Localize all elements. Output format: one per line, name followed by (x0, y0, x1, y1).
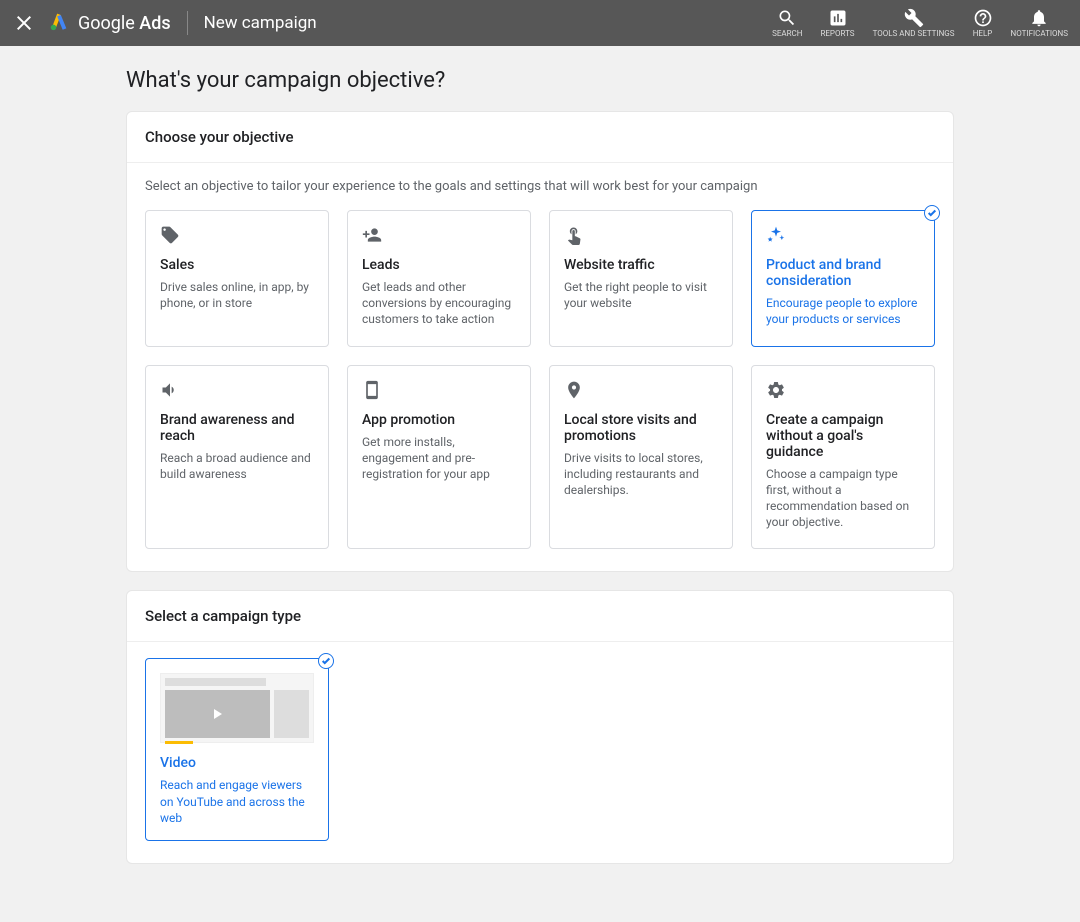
selected-check-icon (318, 653, 334, 669)
objective-card-leads[interactable]: Leads Get leads and other conversions by… (347, 210, 531, 347)
card-desc: Choose a campaign type first, without a … (766, 466, 920, 531)
objective-card-sales[interactable]: Sales Drive sales online, in app, by pho… (145, 210, 329, 347)
top-bar: Google Ads New campaign Search Reports T… (0, 0, 1080, 46)
page-question: What's your campaign objective? (126, 68, 954, 93)
gear-icon (766, 380, 920, 402)
objective-card-awareness[interactable]: Brand awareness and reach Reach a broad … (145, 365, 329, 550)
objective-card-none[interactable]: Create a campaign without a goal's guida… (751, 365, 935, 550)
header-page-title: New campaign (204, 13, 317, 33)
card-desc: Get more installs, engagement and pre-re… (362, 434, 516, 483)
top-nav: Search Reports Tools and Settings Help N… (772, 8, 1068, 39)
main-content: What's your campaign objective? Choose y… (126, 46, 954, 922)
card-title: Website traffic (564, 257, 718, 273)
brand-text: Google Ads (78, 13, 171, 34)
campaign-type-title: Select a campaign type (127, 591, 953, 642)
people-icon (362, 225, 516, 247)
nav-reports[interactable]: Reports (820, 8, 854, 39)
phone-icon (362, 380, 516, 402)
card-title: Sales (160, 257, 314, 273)
card-title: App promotion (362, 412, 516, 428)
card-desc: Drive sales online, in app, by phone, or… (160, 279, 314, 311)
brand-logo: Google Ads (48, 10, 171, 36)
close-button[interactable] (12, 11, 36, 35)
card-desc: Reach and engage viewers on YouTube and … (160, 777, 314, 826)
tools-icon (904, 8, 924, 28)
objective-card-app[interactable]: App promotion Get more installs, engagem… (347, 365, 531, 550)
search-icon (777, 8, 797, 28)
sparkle-icon (766, 225, 920, 247)
objective-panel-title: Choose your objective (127, 112, 953, 163)
selected-check-icon (924, 205, 940, 221)
nav-search[interactable]: Search (772, 8, 802, 39)
campaign-type-panel: Select a campaign type Video Reach and e… (126, 590, 954, 864)
nav-help[interactable]: Help (973, 8, 993, 39)
ads-logo-icon (48, 10, 70, 36)
pin-icon (564, 380, 718, 402)
objective-card-brand-consideration[interactable]: Product and brand consideration Encourag… (751, 210, 935, 347)
help-icon (973, 8, 993, 28)
card-desc: Encourage people to explore your product… (766, 295, 920, 327)
click-icon (564, 225, 718, 247)
card-title: Leads (362, 257, 516, 273)
objective-card-traffic[interactable]: Website traffic Get the right people to … (549, 210, 733, 347)
objective-panel-subtitle: Select an objective to tailor your exper… (145, 179, 935, 194)
objective-panel: Choose your objective Select an objectiv… (126, 111, 954, 572)
nav-tools[interactable]: Tools and Settings (873, 8, 955, 39)
objective-card-local[interactable]: Local store visits and promotions Drive … (549, 365, 733, 550)
card-title: Local store visits and promotions (564, 412, 718, 444)
card-desc: Drive visits to local stores, including … (564, 450, 718, 499)
megaphone-icon (160, 380, 314, 402)
campaign-type-card-video[interactable]: Video Reach and engage viewers on YouTub… (145, 658, 329, 841)
card-desc: Get leads and other conversions by encou… (362, 279, 516, 328)
play-icon (214, 709, 222, 719)
video-thumbnail (160, 673, 314, 743)
card-desc: Get the right people to visit your websi… (564, 279, 718, 311)
card-title: Video (160, 755, 314, 771)
tag-icon (160, 225, 314, 247)
bell-icon (1029, 8, 1049, 28)
nav-notifications[interactable]: Notifications (1011, 8, 1068, 39)
header-divider (187, 11, 188, 35)
card-title: Brand awareness and reach (160, 412, 314, 444)
card-title: Create a campaign without a goal's guida… (766, 412, 920, 460)
card-desc: Reach a broad audience and build awarene… (160, 450, 314, 482)
card-title: Product and brand consideration (766, 257, 920, 289)
reports-icon (828, 8, 848, 28)
